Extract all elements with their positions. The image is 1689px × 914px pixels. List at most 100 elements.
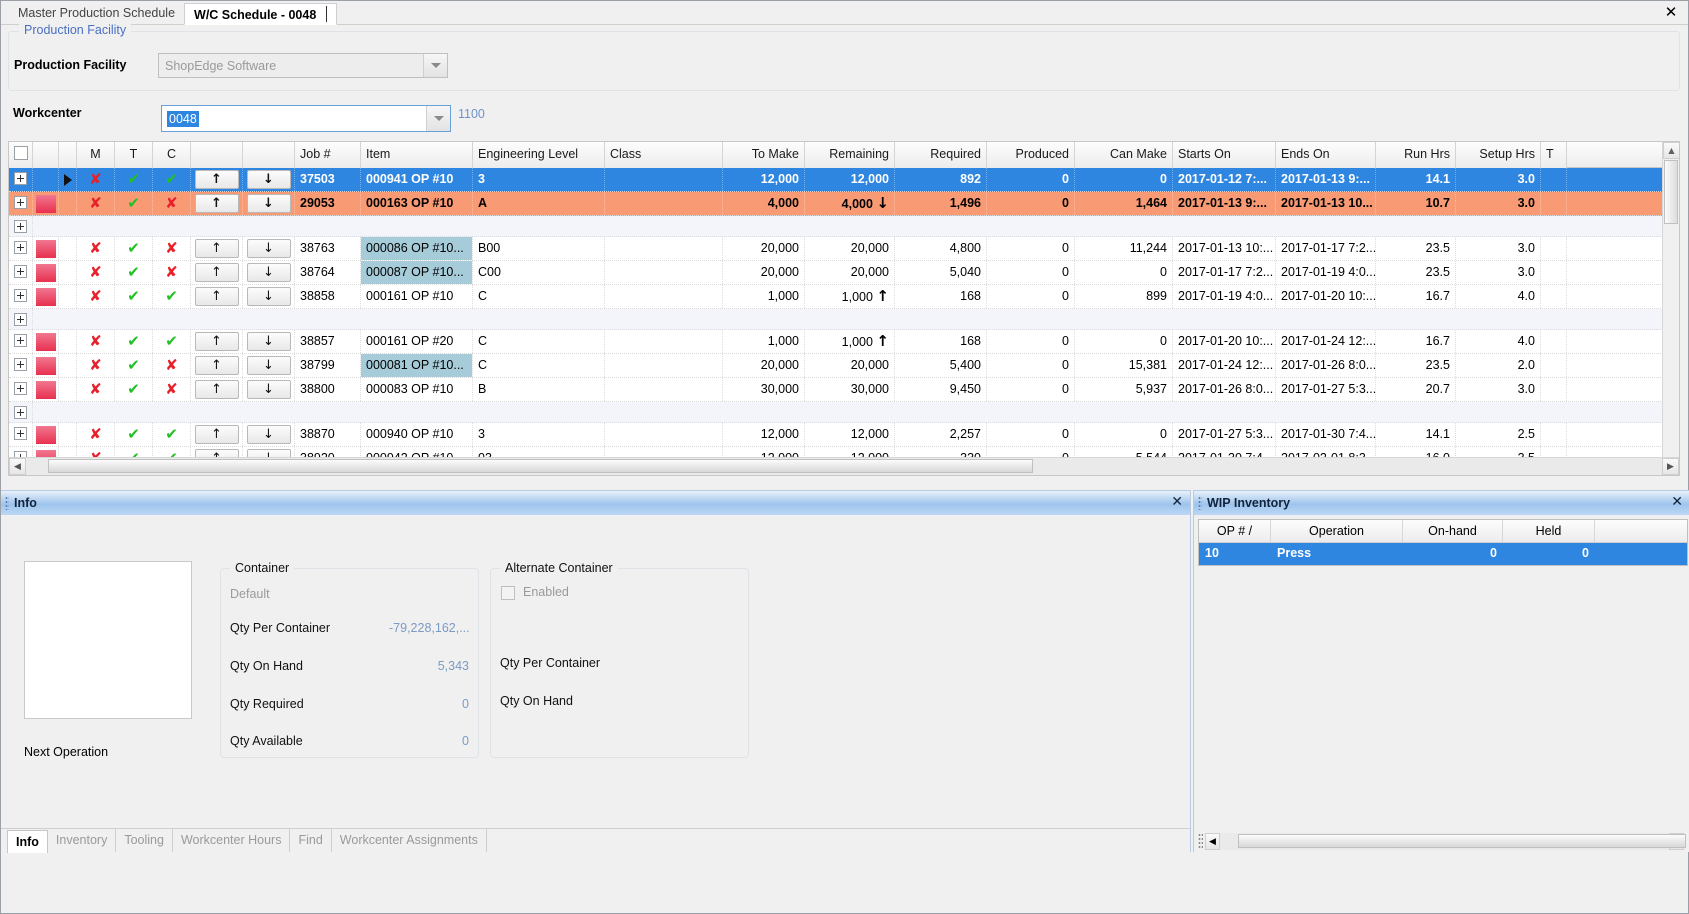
- cell-eng[interactable]: B00: [473, 237, 605, 260]
- cell-canmake[interactable]: 1,464: [1075, 192, 1173, 215]
- wip-column-header-operation[interactable]: Operation: [1271, 520, 1403, 542]
- cell-produced[interactable]: 0: [987, 378, 1075, 401]
- cell-ends[interactable]: 2017-01-20 10:...: [1276, 285, 1376, 308]
- wip-scroll-track[interactable]: [1220, 832, 1686, 850]
- cell-class[interactable]: [605, 261, 723, 284]
- table-row[interactable]: ✘ ✔ ✔ ↑ ↓ 38857 000161 OP #20 C 1,000 1,000 ↑ 168 0…: [9, 330, 1679, 354]
- tab-master-production-schedule[interactable]: Master Production Schedule: [9, 2, 184, 24]
- cell-class[interactable]: [605, 192, 723, 215]
- cell-eng[interactable]: C: [473, 354, 605, 377]
- cell-runhrs[interactable]: 14.1: [1376, 423, 1456, 446]
- cell-eng[interactable]: B: [473, 378, 605, 401]
- cell-required[interactable]: 5,400: [895, 354, 987, 377]
- cell-c-check-icon[interactable]: ✔: [153, 423, 191, 446]
- row-expander-icon[interactable]: [9, 285, 33, 308]
- cell-m-cross-icon[interactable]: ✘: [77, 168, 115, 191]
- cell-runhrs[interactable]: 16.7: [1376, 285, 1456, 308]
- row-status-bar[interactable]: [33, 423, 59, 446]
- row-expander-icon[interactable]: [9, 168, 33, 191]
- row-status-bar[interactable]: [33, 378, 59, 401]
- cell-class[interactable]: [605, 330, 723, 353]
- cell-required[interactable]: 1,496: [895, 192, 987, 215]
- cell-remaining[interactable]: 30,000: [805, 378, 895, 401]
- grid-column-header-required[interactable]: Required: [895, 142, 987, 168]
- current-row-pointer-icon[interactable]: [59, 354, 77, 377]
- cell-m-cross-icon[interactable]: ✘: [77, 378, 115, 401]
- current-row-pointer-icon[interactable]: [59, 261, 77, 284]
- move-up-button[interactable]: ↑: [191, 192, 243, 215]
- row-expander-icon[interactable]: [9, 330, 33, 353]
- cell-m-cross-icon[interactable]: ✘: [77, 354, 115, 377]
- row-expander-icon[interactable]: [9, 423, 33, 446]
- move-up-button[interactable]: ↑: [191, 237, 243, 260]
- cell-ends[interactable]: 2017-01-13 9:...: [1276, 168, 1376, 191]
- wip-cell-on-hand[interactable]: 0: [1403, 543, 1503, 565]
- row-status-bar[interactable]: [33, 330, 59, 353]
- cell-tomake[interactable]: 20,000: [723, 261, 805, 284]
- cell-produced[interactable]: 0: [987, 192, 1075, 215]
- grid-column-header-remaining[interactable]: Remaining: [805, 142, 895, 168]
- cell-t2[interactable]: [1541, 423, 1567, 446]
- cell-canmake[interactable]: 0: [1075, 330, 1173, 353]
- cell-m-cross-icon[interactable]: ✘: [77, 261, 115, 284]
- cell-t-check-icon[interactable]: ✔: [115, 423, 153, 446]
- move-down-button[interactable]: ↓: [243, 168, 295, 191]
- cell-required[interactable]: 4,800: [895, 237, 987, 260]
- cell-canmake[interactable]: 899: [1075, 285, 1173, 308]
- tab-workcenter-hours[interactable]: Workcenter Hours: [173, 829, 291, 852]
- cell-setuphrs[interactable]: 3.0: [1456, 192, 1541, 215]
- grip-icon[interactable]: [1198, 833, 1203, 849]
- cell-class[interactable]: [605, 237, 723, 260]
- move-down-button[interactable]: ↓: [243, 192, 295, 215]
- cell-tomake[interactable]: 20,000: [723, 354, 805, 377]
- vertical-scroll-thumb[interactable]: [1664, 160, 1678, 224]
- cell-tomake[interactable]: 4,000: [723, 192, 805, 215]
- row-expander-icon[interactable]: [9, 216, 33, 236]
- cell-eng[interactable]: A: [473, 192, 605, 215]
- cell-runhrs[interactable]: 20.7: [1376, 378, 1456, 401]
- cell-item[interactable]: 000940 OP #10: [361, 423, 473, 446]
- cell-eng[interactable]: C: [473, 285, 605, 308]
- alternate-enabled-checkbox[interactable]: [501, 586, 515, 600]
- grid-select-all-icon[interactable]: [9, 142, 33, 168]
- wip-cell-held[interactable]: 0: [1503, 543, 1595, 565]
- cell-required[interactable]: 168: [895, 330, 987, 353]
- cell-produced[interactable]: 0: [987, 330, 1075, 353]
- chevron-down-icon[interactable]: [423, 54, 447, 77]
- grid-column-header-produced[interactable]: Produced: [987, 142, 1075, 168]
- table-row[interactable]: ✘ ✔ ✘ ↑ ↓ 38763 000086 OP #10... B00 20,000 20,00…: [9, 237, 1679, 261]
- cell-job[interactable]: 38800: [295, 378, 361, 401]
- grid-column-header-runhrs[interactable]: Run Hrs: [1376, 142, 1456, 168]
- cell-tomake[interactable]: 1,000: [723, 285, 805, 308]
- cell-canmake[interactable]: 0: [1075, 261, 1173, 284]
- cell-remaining[interactable]: 20,000: [805, 354, 895, 377]
- cell-class[interactable]: [605, 378, 723, 401]
- table-row[interactable]: ✘ ✔ ✘ ↑ ↓ 38764 000087 OP #10... C00 20,000 20,00…: [9, 261, 1679, 285]
- grid-column-header-up[interactable]: [191, 142, 243, 168]
- row-status-bar[interactable]: [33, 285, 59, 308]
- horizontal-scroll-thumb[interactable]: [48, 459, 1033, 473]
- workcenter-combo[interactable]: 0048: [161, 105, 451, 132]
- cell-tomake[interactable]: 20,000: [723, 237, 805, 260]
- grid-column-header-eng[interactable]: Engineering Level: [473, 142, 605, 168]
- cell-ends[interactable]: 2017-01-17 7:2...: [1276, 237, 1376, 260]
- close-icon[interactable]: ✕: [1662, 3, 1680, 21]
- row-expander-icon[interactable]: [9, 354, 33, 377]
- cell-ends[interactable]: 2017-01-19 4:0...: [1276, 261, 1376, 284]
- cell-job[interactable]: 29053: [295, 192, 361, 215]
- move-down-button[interactable]: ↓: [243, 330, 295, 353]
- cell-remaining[interactable]: 4,000 ↓: [805, 192, 895, 215]
- cell-runhrs[interactable]: 23.5: [1376, 354, 1456, 377]
- cell-remaining[interactable]: 20,000: [805, 237, 895, 260]
- cell-m-cross-icon[interactable]: ✘: [77, 192, 115, 215]
- row-expander-icon[interactable]: [9, 261, 33, 284]
- table-row[interactable]: ✘ ✔ ✔ ↑ ↓ 37503 000941 OP #10 3 12,000 12,000 892 0…: [9, 168, 1679, 192]
- move-up-button[interactable]: ↑: [191, 168, 243, 191]
- cell-t2[interactable]: [1541, 330, 1567, 353]
- cell-job[interactable]: 38870: [295, 423, 361, 446]
- move-up-button[interactable]: ↑: [191, 354, 243, 377]
- cell-starts[interactable]: 2017-01-27 5:3...: [1173, 423, 1276, 446]
- cell-item[interactable]: 000083 OP #10: [361, 378, 473, 401]
- move-down-button[interactable]: ↓: [243, 237, 295, 260]
- row-status-bar[interactable]: [33, 168, 59, 191]
